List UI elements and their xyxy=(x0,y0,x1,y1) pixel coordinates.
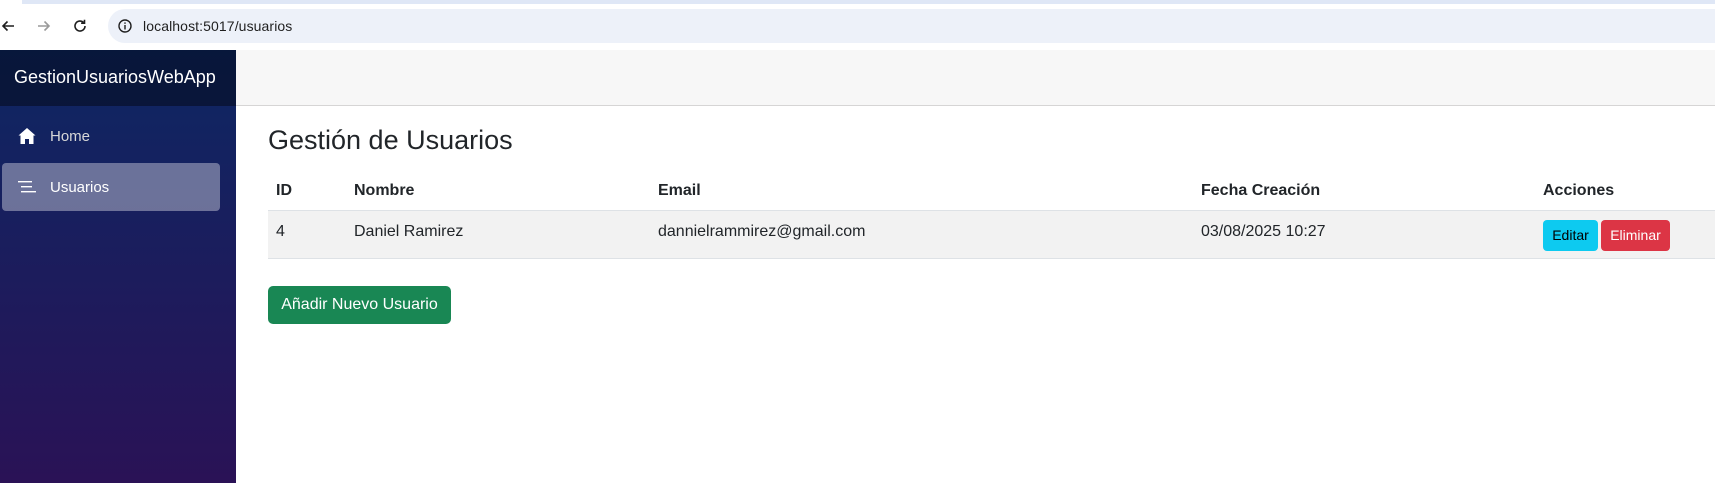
top-row xyxy=(236,50,1715,106)
sidebar-item-label: Usuarios xyxy=(50,179,110,196)
reload-icon[interactable] xyxy=(68,14,92,38)
browser-tab-strip xyxy=(0,0,1715,4)
url-text[interactable]: localhost:5017/usuarios xyxy=(143,18,292,34)
column-header-fecha: Fecha Creación xyxy=(1201,182,1321,199)
site-info-icon[interactable] xyxy=(117,18,133,34)
table-row: 4 Daniel Ramirez dannielrammirez@gmail.c… xyxy=(268,211,1715,259)
add-user-button[interactable]: Añadir Nuevo Usuario xyxy=(268,286,451,324)
column-header-nombre: Nombre xyxy=(354,182,415,199)
house-icon xyxy=(17,126,37,146)
cell-id: 4 xyxy=(276,223,285,240)
delete-button[interactable]: Eliminar xyxy=(1601,220,1670,251)
active-tab-edge[interactable] xyxy=(0,0,22,4)
main-content: Gestión de Usuarios ID Nombre Email Fech… xyxy=(236,106,1715,483)
forward-arrow-icon[interactable] xyxy=(32,14,56,38)
browser-toolbar: localhost:5017/usuarios xyxy=(0,0,1715,50)
brand-link[interactable]: GestionUsuariosWebApp xyxy=(14,67,216,88)
sidebar-item-label: Home xyxy=(50,128,91,145)
sidebar: GestionUsuariosWebApp Home Usuarios xyxy=(0,50,236,483)
back-arrow-icon[interactable] xyxy=(0,14,20,38)
column-header-email: Email xyxy=(658,182,701,199)
cell-fecha: 03/08/2025 10:27 xyxy=(1201,223,1326,240)
address-bar[interactable]: localhost:5017/usuarios xyxy=(108,9,1715,43)
column-header-id: ID xyxy=(276,182,292,199)
cell-nombre: Daniel Ramirez xyxy=(354,223,464,240)
table-header: ID Nombre Email Fecha Creación Acciones xyxy=(268,166,1715,211)
sidebar-brand: GestionUsuariosWebApp xyxy=(0,50,236,106)
sidebar-item-usuarios[interactable]: Usuarios xyxy=(2,163,220,211)
edit-button[interactable]: Editar xyxy=(1543,220,1598,251)
sidebar-item-home[interactable]: Home xyxy=(2,112,220,160)
cell-email: dannielrammirez@gmail.com xyxy=(658,223,866,240)
column-header-acciones: Acciones xyxy=(1543,182,1615,199)
list-icon xyxy=(17,177,37,197)
page-title: Gestión de Usuarios xyxy=(268,125,513,155)
